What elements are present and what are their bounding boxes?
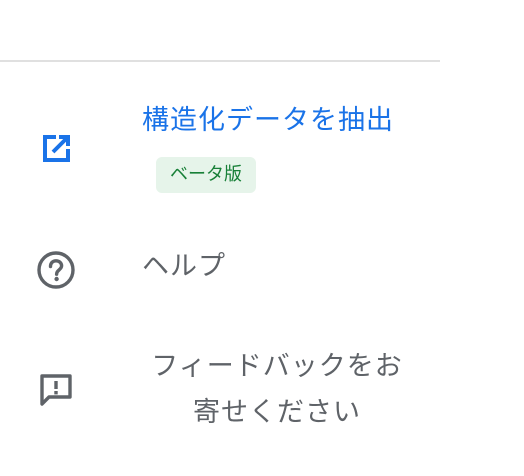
menu-item-help[interactable]: ヘルプ (0, 235, 440, 305)
menu-item-extract-structured-data[interactable]: 構造化データを抽出 ベータ版 (0, 95, 440, 205)
help-circle-icon (34, 248, 78, 292)
beta-badge: ベータ版 (156, 157, 256, 193)
open-in-new-icon (34, 127, 78, 171)
menu-item-label-line2: 寄せください (193, 397, 361, 428)
menu-panel: 構造化データを抽出 ベータ版 ヘルプ フィードバックをお 寄せください (0, 0, 524, 476)
menu-item-label-line1: フィードバックをお (151, 351, 403, 382)
menu-item-label: ヘルプ (142, 251, 226, 282)
menu-item-feedback[interactable]: フィードバックをお 寄せください (0, 340, 440, 440)
divider (0, 60, 440, 62)
menu-item-label: フィードバックをお 寄せください (142, 344, 412, 436)
feedback-icon (34, 368, 78, 412)
menu-item-label: 構造化データを抽出 (142, 105, 394, 136)
